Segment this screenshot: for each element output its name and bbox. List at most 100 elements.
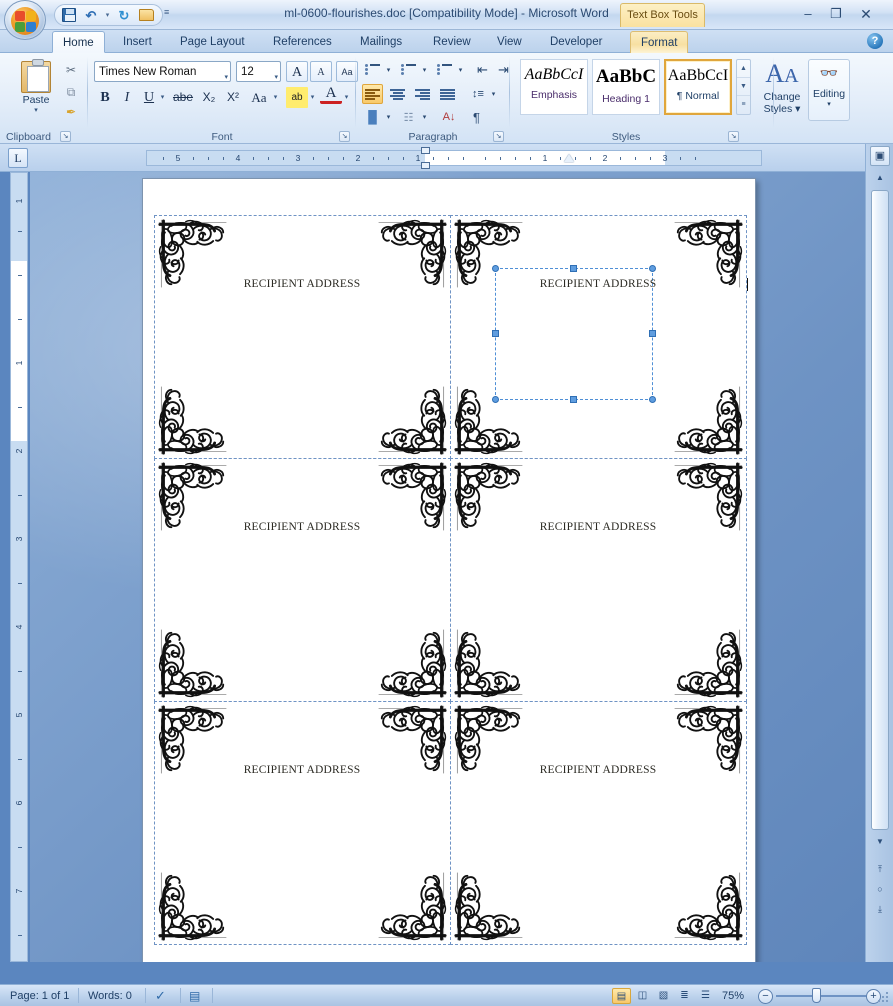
- scroll-up-arrow[interactable]: ▲: [871, 170, 889, 186]
- left-indent-marker[interactable]: [421, 162, 430, 169]
- shading-caret[interactable]: ▾: [384, 107, 393, 127]
- label-cell-2[interactable]: RECIPIENT ADDRESS: [449, 214, 748, 459]
- align-center-button[interactable]: [387, 84, 408, 104]
- scrollbar-thumb[interactable]: [871, 190, 889, 830]
- zoom-slider-thumb[interactable]: [812, 988, 821, 1003]
- editing-caret[interactable]: ▾: [809, 100, 849, 108]
- subscript-button[interactable]: X₂: [198, 87, 220, 108]
- justify-button[interactable]: [437, 84, 458, 104]
- resize-handle-ne[interactable]: [648, 264, 656, 272]
- font-size-caret[interactable]: ▾: [274, 68, 278, 88]
- align-right-button[interactable]: [412, 84, 433, 104]
- decrease-indent-button[interactable]: ⇤: [472, 60, 493, 80]
- resize-grip[interactable]: [878, 992, 890, 1004]
- right-indent-marker[interactable]: [564, 154, 574, 162]
- grow-font-button[interactable]: A: [286, 61, 308, 82]
- proofing-errors-icon[interactable]: ✓: [155, 989, 166, 1003]
- select-browse-object-button[interactable]: ○: [871, 880, 889, 898]
- view-web-layout-button[interactable]: ▧: [654, 988, 673, 1004]
- font-color-button[interactable]: A: [320, 85, 342, 104]
- view-draft-button[interactable]: ☰: [696, 988, 715, 1004]
- label-cell-5[interactable]: RECIPIENT ADDRESS: [153, 701, 451, 946]
- help-icon[interactable]: ?: [867, 33, 883, 49]
- first-line-indent-marker[interactable]: [421, 147, 430, 154]
- paste-button[interactable]: Paste ▾: [14, 59, 58, 121]
- vertical-scrollbar[interactable]: ▣ ▲ ▼ ⤒ ○ ⤓: [865, 144, 893, 962]
- multilevel-caret[interactable]: ▾: [456, 60, 465, 80]
- cut-button[interactable]: ✂: [60, 61, 82, 80]
- resize-handle-nw[interactable]: [491, 264, 499, 272]
- styles-gallery-scroll[interactable]: ▲ ▼ ≡: [736, 59, 751, 115]
- scroll-down-arrow[interactable]: ▼: [871, 834, 889, 850]
- styles-more[interactable]: ≡: [737, 96, 750, 114]
- recipient-address-text[interactable]: RECIPIENT ADDRESS: [451, 764, 746, 776]
- tab-developer[interactable]: Developer: [540, 31, 612, 53]
- resize-handle-se[interactable]: [648, 395, 656, 403]
- style-normal[interactable]: AaBbCcI ¶ Normal: [664, 59, 732, 115]
- numbering-caret[interactable]: ▾: [420, 60, 429, 80]
- strikethrough-button[interactable]: abe: [172, 87, 194, 108]
- tab-references[interactable]: References: [263, 31, 342, 53]
- tab-home[interactable]: Home: [52, 31, 105, 53]
- styles-dialog-launcher[interactable]: ↘: [728, 131, 739, 142]
- align-left-button[interactable]: [362, 84, 383, 104]
- zoom-slider-track[interactable]: [776, 995, 866, 997]
- underline-button[interactable]: U: [138, 87, 160, 108]
- maximize-button[interactable]: ❐: [823, 4, 849, 24]
- paragraph-dialog-launcher[interactable]: ↘: [493, 131, 504, 142]
- previous-page-button[interactable]: ⤒: [871, 860, 889, 878]
- label-cell-4[interactable]: RECIPIENT ADDRESS: [449, 457, 747, 703]
- format-painter-button[interactable]: ✒: [60, 103, 82, 122]
- recipient-address-text[interactable]: RECIPIENT ADDRESS: [451, 521, 746, 533]
- horizontal-ruler[interactable]: 5 4 3 2 1 1 2 3: [146, 147, 762, 169]
- label-cell-3[interactable]: RECIPIENT ADDRESS: [153, 457, 451, 703]
- editing-button[interactable]: 👓 Editing ▾: [808, 59, 850, 121]
- styles-scroll-up[interactable]: ▲: [737, 60, 750, 78]
- resize-handle-s[interactable]: [569, 395, 577, 403]
- style-heading-1[interactable]: AaBbC Heading 1: [592, 59, 660, 115]
- numbering-button[interactable]: [398, 60, 419, 80]
- shrink-font-button[interactable]: A: [310, 61, 332, 82]
- recipient-address-text[interactable]: RECIPIENT ADDRESS: [155, 764, 450, 776]
- styles-scroll-down[interactable]: ▼: [737, 78, 750, 96]
- tab-review[interactable]: Review: [423, 31, 481, 53]
- show-formatting-marks-button[interactable]: ¶: [466, 107, 487, 127]
- font-dialog-launcher[interactable]: ↘: [339, 131, 350, 142]
- tab-format[interactable]: Format: [630, 31, 689, 53]
- bullets-button[interactable]: [362, 60, 383, 80]
- copy-button[interactable]: ⧉: [60, 83, 82, 102]
- bullets-caret[interactable]: ▾: [384, 60, 393, 80]
- multilevel-list-button[interactable]: [434, 60, 455, 80]
- label-cell-6[interactable]: RECIPIENT ADDRESS: [449, 701, 747, 946]
- sort-button[interactable]: A↓: [438, 107, 460, 127]
- line-spacing-caret[interactable]: ▾: [489, 84, 498, 104]
- recipient-address-text[interactable]: RECIPIENT ADDRESS: [155, 521, 450, 533]
- close-button[interactable]: ✕: [853, 4, 879, 24]
- line-spacing-button[interactable]: ↕≡: [466, 84, 490, 104]
- borders-caret[interactable]: ▾: [420, 107, 429, 127]
- view-print-layout-button[interactable]: ▤: [612, 988, 631, 1004]
- tab-mailings[interactable]: Mailings: [350, 31, 412, 53]
- office-button[interactable]: [4, 0, 46, 40]
- font-name-combobox[interactable]: Times New Roman ▾: [94, 61, 231, 82]
- label-cell-1[interactable]: RECIPIENT ADDRESS: [153, 214, 451, 459]
- tab-stop-selector[interactable]: L: [8, 148, 28, 168]
- bold-button[interactable]: B: [94, 87, 116, 108]
- change-case-caret[interactable]: ▾: [271, 87, 280, 108]
- paste-dropdown-caret[interactable]: ▾: [14, 106, 58, 114]
- clipboard-dialog-launcher[interactable]: ↘: [60, 131, 71, 142]
- font-color-caret[interactable]: ▾: [342, 87, 351, 108]
- text-highlight-button[interactable]: ab: [286, 87, 308, 108]
- language-icon[interactable]: ▤: [189, 989, 200, 1003]
- tab-insert[interactable]: Insert: [113, 31, 162, 53]
- view-outline-button[interactable]: ≣: [675, 988, 694, 1004]
- word-count[interactable]: Words: 0: [88, 989, 132, 1003]
- document-canvas[interactable]: RECIPIENT ADDRESS RECIPIENT ADDRESS RECI…: [30, 172, 865, 962]
- resize-handle-n[interactable]: [569, 264, 577, 272]
- font-name-caret[interactable]: ▾: [224, 68, 228, 88]
- minimize-button[interactable]: –: [795, 4, 821, 24]
- superscript-button[interactable]: X²: [222, 87, 244, 108]
- recipient-address-text-selected[interactable]: RECIPIENT ADDRESS: [451, 278, 746, 290]
- underline-dropdown-caret[interactable]: ▾: [158, 87, 167, 108]
- shading-button[interactable]: █: [362, 107, 383, 127]
